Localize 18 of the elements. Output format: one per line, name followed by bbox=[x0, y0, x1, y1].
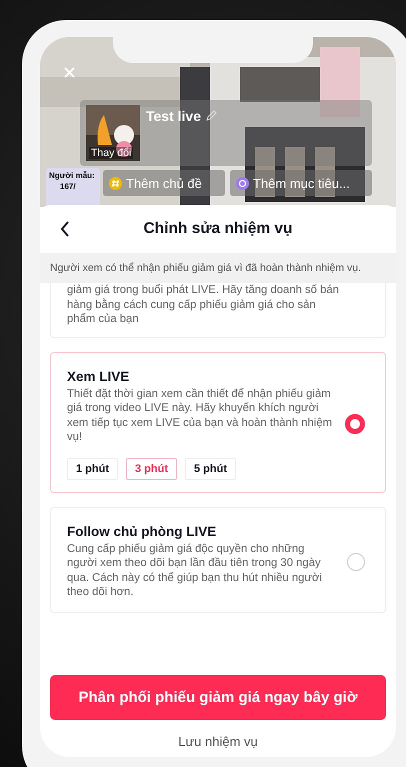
duration-option[interactable]: 1 phút bbox=[67, 458, 118, 480]
radio-button[interactable] bbox=[345, 414, 365, 434]
task-card[interactable]: Xem LIVE Thiết đặt thời gian xem cần thiết để nhận phiếu giảm giá trong video LIVE này. Hãy khuyến khích người xem tiếp tục xem LIVE của bạn và hoàn thành nhiệm vụ! 1 phút 3 phút 5 phút bbox=[50, 352, 386, 492]
task-description: Cung cấp phiếu giảm giá độc quyền cho những người xem theo dõi bạn lần đầu tiên trong 30 ngày qua. Cách này có thể giúp bạn thu hút nhiều người theo dõi hơn. bbox=[67, 542, 323, 600]
radio-button[interactable] bbox=[347, 552, 365, 570]
back-icon[interactable] bbox=[60, 221, 70, 237]
notice-text: Người xem có thể nhận phiếu giảm giá vì đã hoàn thành nhiệm vụ. bbox=[40, 253, 396, 283]
task-title: Follow chủ phòng LIVE bbox=[67, 524, 218, 538]
distribute-button[interactable]: Phân phối phiếu giảm giá ngay bây giờ bbox=[50, 675, 386, 720]
task-description: Thiết đặt thời gian xem cần thiết để nhận phiếu giảm giá trong video LIVE này. Hãy khuyến khích người xem tiếp tục xem LIVE của bạn và hoàn thành nhiệm vụ! bbox=[67, 386, 334, 444]
duration-option[interactable]: 3 phút bbox=[126, 458, 177, 480]
task-description: giảm giá trong buổi phát LIVE. Hãy tăng doanh số bán hàng bằng cách cung cấp phiếu giảm giá cho sản phẩm của bạn bbox=[67, 283, 339, 326]
task-card[interactable]: giảm giá trong buổi phát LIVE. Hãy tăng doanh số bán hàng bằng cách cung cấp phiếu giảm giá cho sản phẩm của bạn bbox=[50, 283, 386, 338]
sheet-title: Chỉnh sửa nhiệm vụ bbox=[143, 220, 293, 238]
task-card[interactable]: Follow chủ phòng LIVE Cung cấp phiếu giảm giá độc quyền cho những người xem theo dõi bạn lần đầu tiên trong 30 ngày qua. Cách này có thể giúp bạn thu hút nhiều người theo dõi hơn. bbox=[50, 506, 386, 612]
save-task-button[interactable]: Lưu nhiệm vụ bbox=[178, 734, 258, 749]
task-title: Xem LIVE bbox=[67, 368, 130, 384]
duration-option[interactable]: 5 phút bbox=[185, 458, 236, 480]
